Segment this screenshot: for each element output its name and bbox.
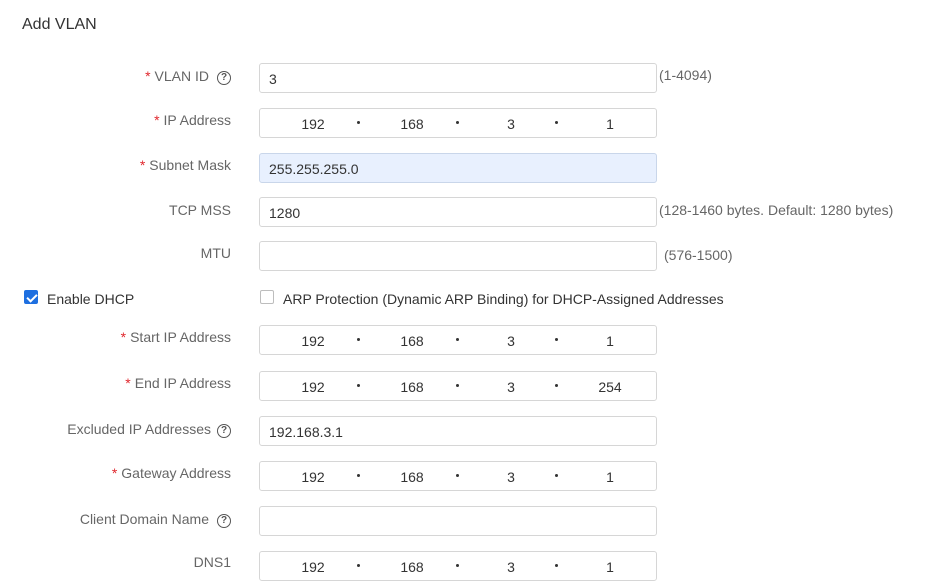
- ip-address-label: * IP Address: [154, 112, 231, 128]
- octet-separator: [357, 121, 360, 124]
- start-ip-input[interactable]: 192 168 3 1: [259, 325, 657, 355]
- dns1-octet-1[interactable]: 192: [293, 552, 333, 582]
- start-ip-octet-4[interactable]: 1: [590, 326, 630, 356]
- gateway-input[interactable]: 192 168 3 1: [259, 461, 657, 491]
- tcp-mss-hint: (128-1460 bytes. Default: 1280 bytes): [659, 202, 894, 218]
- tcp-mss-label: TCP MSS: [169, 202, 231, 218]
- gateway-octet-3[interactable]: 3: [491, 462, 531, 492]
- help-icon[interactable]: ?: [217, 514, 231, 528]
- octet-separator: [456, 564, 459, 567]
- dns1-input[interactable]: 192 168 3 1: [259, 551, 657, 581]
- gateway-label: * Gateway Address: [111, 465, 231, 481]
- page-title: Add VLAN: [22, 16, 97, 33]
- end-ip-label: * End IP Address: [125, 375, 231, 391]
- required-marker: *: [120, 329, 127, 345]
- end-ip-octet-3[interactable]: 3: [491, 372, 531, 402]
- gateway-octet-1[interactable]: 192: [293, 462, 333, 492]
- start-ip-octet-1[interactable]: 192: [293, 326, 333, 356]
- required-marker: *: [139, 157, 146, 173]
- ip-octet-4[interactable]: 1: [590, 109, 630, 139]
- octet-separator: [555, 384, 558, 387]
- end-ip-input[interactable]: 192 168 3 254: [259, 371, 657, 401]
- arp-protection-label[interactable]: ARP Protection (Dynamic ARP Binding) for…: [283, 291, 724, 307]
- required-marker: *: [125, 375, 131, 391]
- required-marker: *: [111, 465, 118, 481]
- ip-octet-2[interactable]: 168: [392, 109, 432, 139]
- help-icon[interactable]: ?: [217, 424, 231, 438]
- mtu-label: MTU: [200, 245, 231, 261]
- vlan-id-hint: (1-4094): [659, 67, 712, 83]
- subnet-mask-input[interactable]: 255.255.255.0: [259, 153, 657, 183]
- excluded-ip-label: Excluded IP Addresses?: [67, 421, 231, 438]
- ip-octet-3[interactable]: 3: [491, 109, 531, 139]
- octet-separator: [456, 474, 459, 477]
- octet-separator: [357, 474, 360, 477]
- octet-separator: [555, 338, 558, 341]
- enable-dhcp-label[interactable]: Enable DHCP: [47, 291, 134, 307]
- octet-separator: [456, 121, 459, 124]
- end-ip-octet-1[interactable]: 192: [293, 372, 333, 402]
- octet-separator: [357, 338, 360, 341]
- ip-address-input[interactable]: 192 168 3 1: [259, 108, 657, 138]
- excluded-ip-input[interactable]: 192.168.3.1: [259, 416, 657, 446]
- tcp-mss-input[interactable]: 1280: [259, 197, 657, 227]
- dns1-octet-2[interactable]: 168: [392, 552, 432, 582]
- octet-separator: [456, 338, 459, 341]
- gateway-octet-4[interactable]: 1: [590, 462, 630, 492]
- octet-separator: [357, 564, 360, 567]
- gateway-octet-2[interactable]: 168: [392, 462, 432, 492]
- start-ip-octet-2[interactable]: 168: [392, 326, 432, 356]
- client-domain-input[interactable]: [259, 506, 657, 536]
- vlan-id-input[interactable]: 3: [259, 63, 657, 93]
- vlan-id-label: * VLAN ID?: [145, 68, 231, 85]
- end-ip-octet-4[interactable]: 254: [590, 372, 630, 402]
- octet-separator: [555, 474, 558, 477]
- start-ip-octet-3[interactable]: 3: [491, 326, 531, 356]
- arp-protection-checkbox[interactable]: [260, 290, 274, 304]
- octet-separator: [555, 564, 558, 567]
- client-domain-label: Client Domain Name?: [80, 511, 231, 528]
- dns1-octet-4[interactable]: 1: [590, 552, 630, 582]
- ip-octet-1[interactable]: 192: [293, 109, 333, 139]
- octet-separator: [357, 384, 360, 387]
- enable-dhcp-checkbox[interactable]: [24, 290, 38, 304]
- required-marker: *: [145, 68, 151, 84]
- dns1-octet-3[interactable]: 3: [491, 552, 531, 582]
- subnet-mask-label: * Subnet Mask: [139, 157, 231, 173]
- dns1-label: DNS1: [193, 554, 231, 570]
- end-ip-octet-2[interactable]: 168: [392, 372, 432, 402]
- mtu-input[interactable]: [259, 241, 657, 271]
- required-marker: *: [154, 112, 160, 128]
- start-ip-label: * Start IP Address: [120, 329, 231, 345]
- octet-separator: [456, 384, 459, 387]
- help-icon[interactable]: ?: [217, 71, 231, 85]
- octet-separator: [555, 121, 558, 124]
- mtu-hint: (576-1500): [664, 247, 733, 263]
